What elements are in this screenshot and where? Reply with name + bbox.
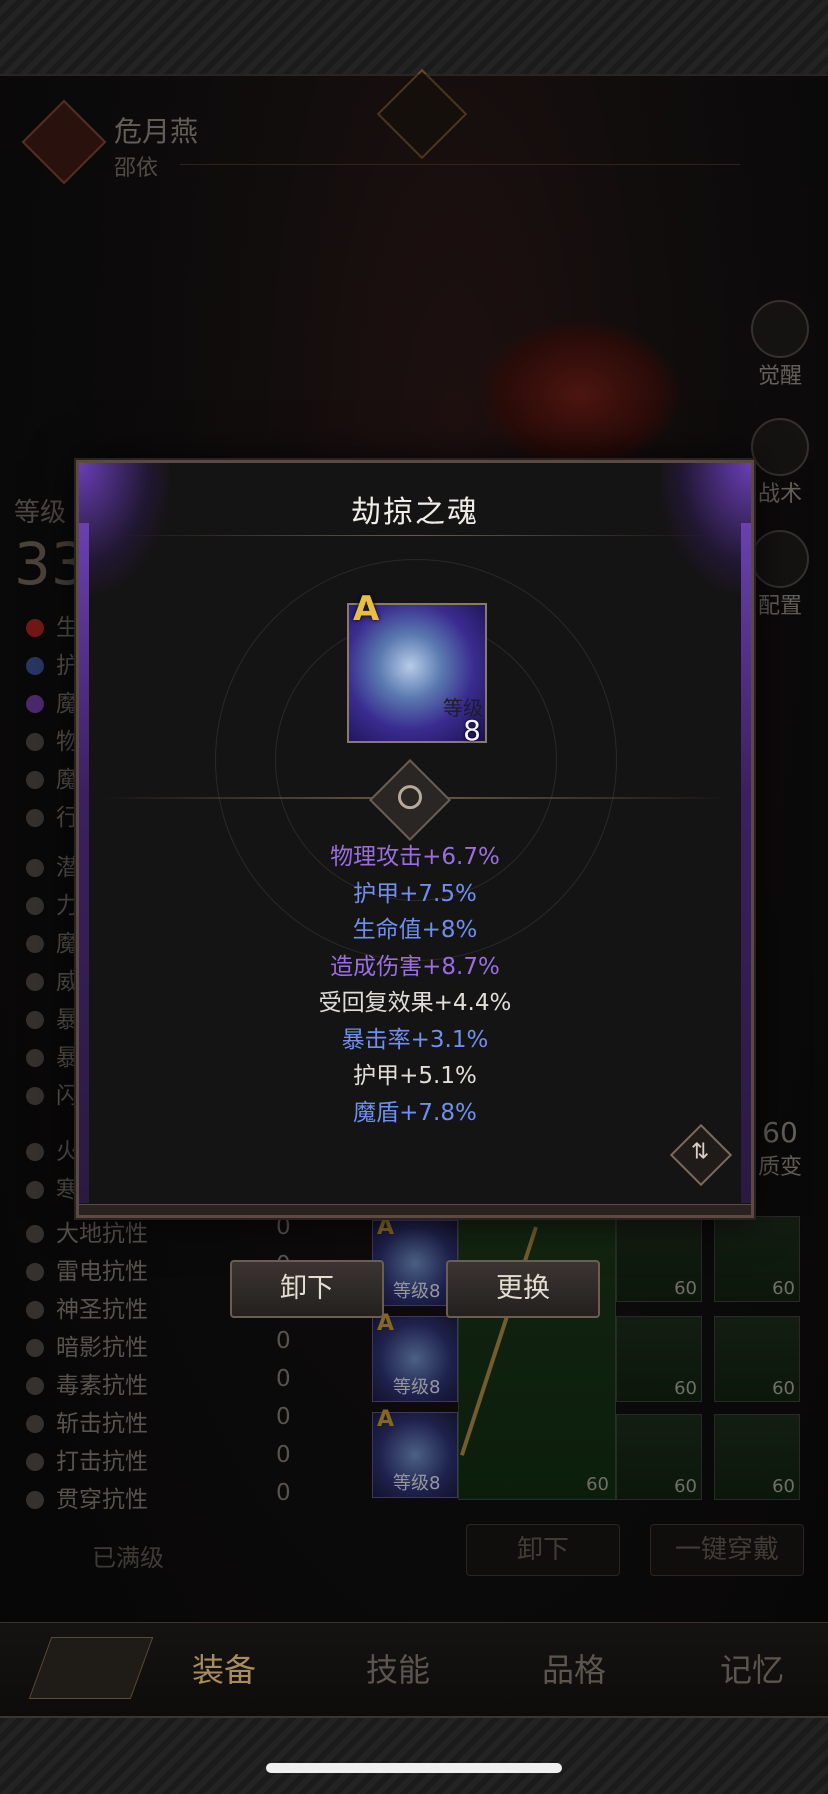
magnifier-icon — [398, 785, 422, 810]
grade-badge: A — [353, 589, 380, 629]
unequip-button[interactable]: 卸下 — [230, 1260, 384, 1318]
swap-icon: ⇅ — [690, 1139, 710, 1165]
tab-character[interactable]: 品格 — [542, 1645, 606, 1691]
home-indicator[interactable] — [266, 1763, 562, 1773]
attribute-list: 物理攻击+6.7% 护甲+7.5% 生命值+8% 造成伤害+8.7% 受回复效果… — [79, 839, 751, 1131]
attribute-line: 魔盾+7.8% — [353, 1099, 477, 1126]
tab-equipment[interactable]: 装备 — [192, 1645, 256, 1691]
item-level-value: 8 — [463, 714, 481, 747]
attribute-line: 造成伤害+8.7% — [330, 953, 500, 980]
bottom-frame — [0, 1716, 828, 1794]
top-frame — [0, 0, 828, 76]
attribute-line: 护甲+7.5% — [353, 880, 477, 907]
dialog-title: 劫掠之魂 — [351, 495, 479, 530]
swap-button[interactable]: ⇅ — [669, 1123, 733, 1187]
tab-skills[interactable]: 技能 — [366, 1645, 430, 1691]
replace-button[interactable]: 更换 — [446, 1260, 600, 1318]
attribute-line: 暴击率+3.1% — [341, 1026, 489, 1053]
attribute-line: 受回复效果+4.4% — [318, 990, 512, 1016]
wolf-soul-icon: A 等级 8 — [347, 589, 487, 747]
attribute-line: 生命值+8% — [352, 917, 478, 943]
bottom-tab-bar: 装备 技能 品格 记忆 — [0, 1622, 828, 1717]
title-divider — [119, 535, 711, 536]
soul-detail-dialog: 劫掠之魂 A 等级 8 物理攻击+6.7% 护甲+7.5% 生命值+8% 造成伤… — [76, 460, 754, 1218]
attribute-line: 物理攻击+6.7% — [330, 844, 500, 870]
attribute-line: 护甲+5.1% — [353, 1063, 477, 1089]
tab-memory[interactable]: 记忆 — [720, 1645, 784, 1691]
back-arrow-icon[interactable] — [28, 1637, 154, 1699]
